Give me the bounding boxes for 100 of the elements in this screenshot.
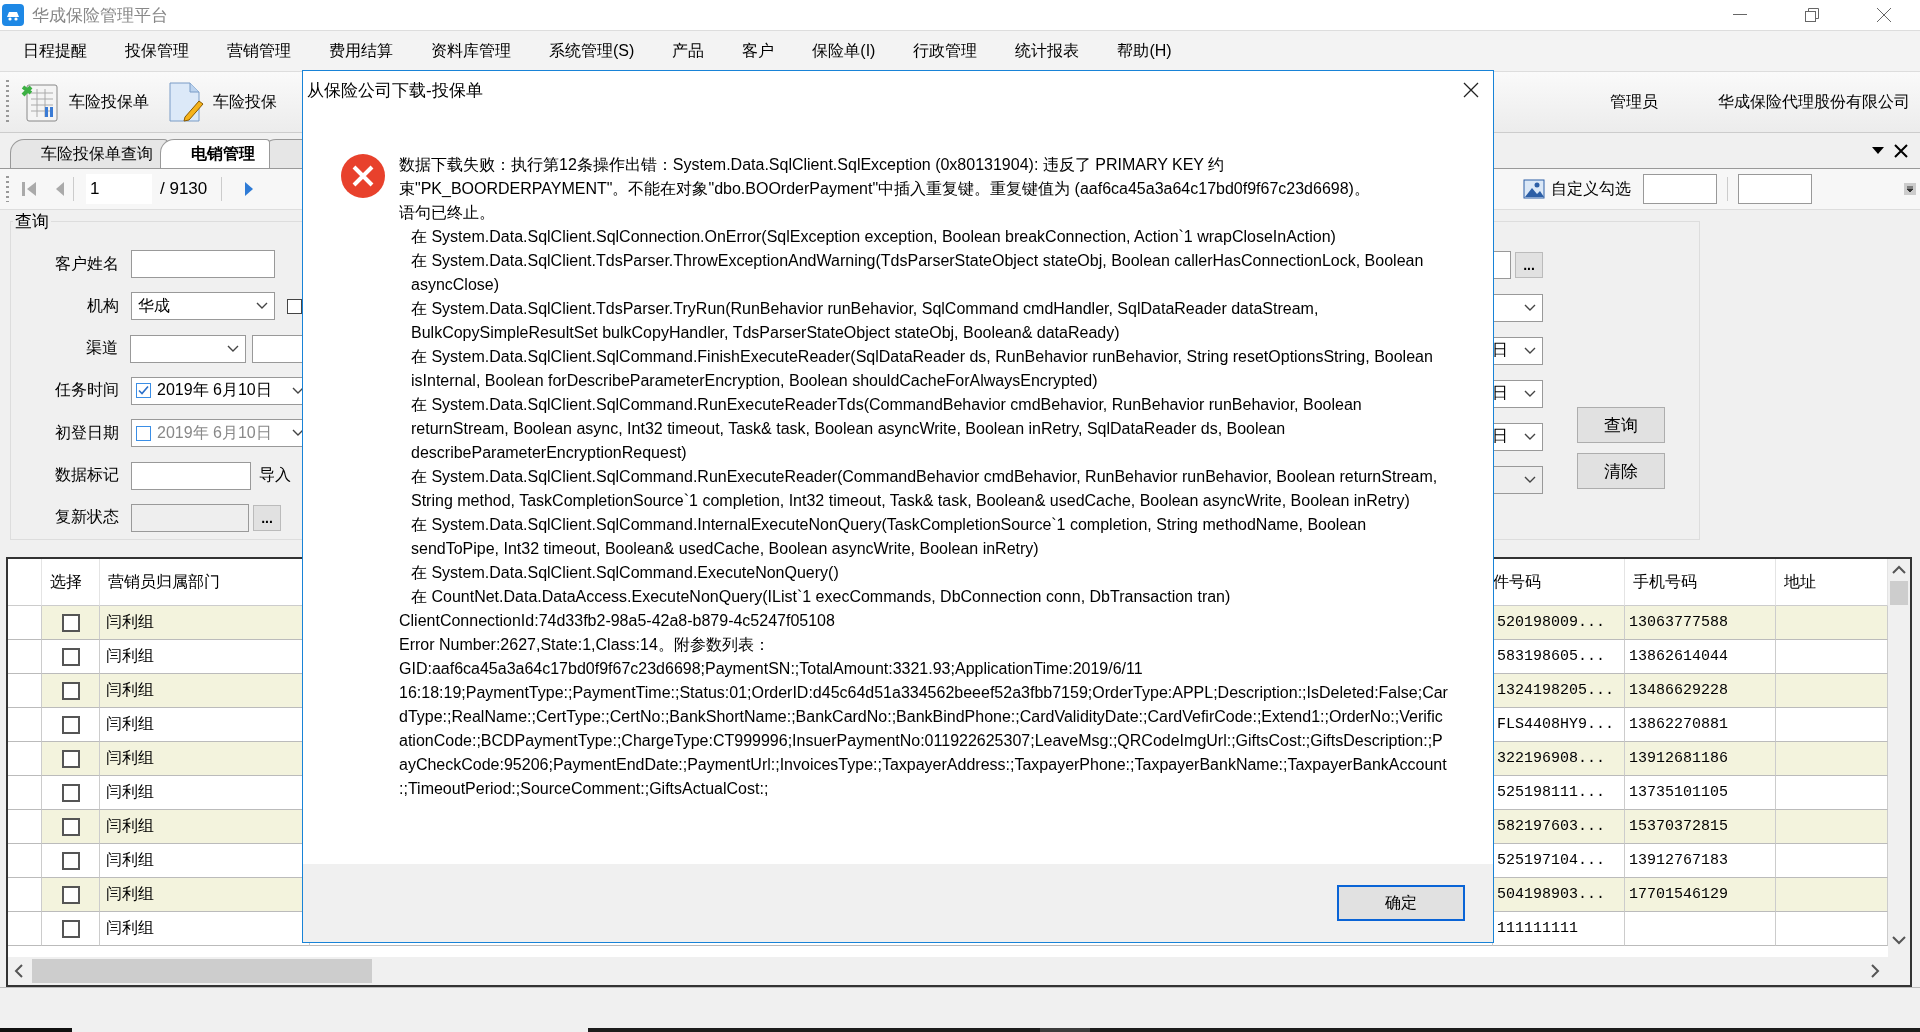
menu-item[interactable]: 系统管理(S) bbox=[530, 40, 654, 62]
menu-item[interactable]: 产品 bbox=[653, 40, 724, 62]
text-field[interactable] bbox=[1738, 174, 1812, 204]
group-title: 查询 bbox=[14, 211, 50, 233]
checkbox[interactable] bbox=[61, 715, 80, 734]
tab[interactable]: 电销管理 bbox=[160, 139, 270, 168]
dropdown-icon[interactable] bbox=[1872, 147, 1884, 154]
menu-item[interactable]: 客户 bbox=[723, 40, 794, 62]
checkbox[interactable] bbox=[61, 613, 80, 632]
caret-icon bbox=[1524, 303, 1536, 312]
menu-item[interactable]: 费用结算 bbox=[310, 40, 412, 62]
field-label: 复新状态 bbox=[54, 507, 119, 528]
query-button[interactable]: 清除 bbox=[1577, 453, 1665, 489]
text-field[interactable] bbox=[1643, 174, 1717, 204]
field-label: 数据标记 bbox=[54, 465, 119, 486]
toolbar-button[interactable]: 车险投保 bbox=[159, 81, 287, 123]
menu-item[interactable]: 投保管理 bbox=[106, 40, 208, 62]
stack-trace-line: 在 System.Data.SqlClient.SqlCommand.ExecuteNonQuery() bbox=[410, 563, 840, 583]
menu-item[interactable]: 帮助(H) bbox=[1098, 40, 1191, 62]
menu-item[interactable]: 日程提醒 bbox=[4, 40, 106, 62]
table-cell: 504198903... bbox=[1493, 878, 1625, 912]
table-cell: 582197603... bbox=[1493, 810, 1625, 844]
close-icon[interactable] bbox=[1463, 82, 1479, 98]
scrollbar-thumb[interactable] bbox=[32, 959, 372, 983]
checkbox[interactable] bbox=[61, 749, 80, 768]
scroll-right-icon[interactable] bbox=[1870, 964, 1880, 978]
error-detail: ClientConnectionId:74d33fb2-98a5-42a8-b879-4c5247f05108 bbox=[399, 611, 836, 631]
field-label: 机构 bbox=[86, 295, 119, 316]
table-cell: 322196908... bbox=[1493, 742, 1625, 776]
ok-button[interactable]: 确定 bbox=[1337, 885, 1465, 921]
restore-icon[interactable] bbox=[1805, 8, 1819, 22]
dialog-title: 从保险公司下载-投保单 bbox=[307, 79, 483, 102]
stack-trace-line: 在 System.Data.SqlClient.TdsParser.TryRun(RunBehavior runBehavior, SqlCommand cmdHandler, SqlDataReader dataStream, BulkCopySimpleResultSet bulkCopyHandler, TdsParserStateObject stateObj, Boolean& dataReady) bbox=[410, 299, 1320, 343]
dropdown[interactable]: 华成 bbox=[131, 292, 275, 321]
checkbox[interactable] bbox=[287, 298, 302, 314]
caret-icon bbox=[1524, 432, 1536, 441]
table-cell: 17701546129 bbox=[1625, 878, 1776, 912]
dropdown[interactable] bbox=[129, 334, 246, 363]
error-detail: GID:aaf6ca45a3a64c17bd0f9f67c23d6698;PaymentSN:;TotalAmount:3321.93;ApplicationTime:2019/6/11 16:18:19;PaymentType:;PaymentTime:;Status:01;OrderID:d45c64d51a334562beeef52a3fbb7159;OrderType:APPL;Description:;IsDeleted:False;CardType:;RealName:;CertType:;CertNo:;BankShortName:;BankCardNo:;BankBindPhone:;CardValidityDate:;CardVefirCode:;Extend1:;OrderNo:;VerificationCode:;BCDPaymentType:;ChargeType:CT999996;InsuerPaymentNo:011922625307;LeaveMsg:;QRCodeImgUrl:;GiftsCost:;GiftsDescription:;PayCheckCode:95206;PaymentEndDate:;PaymentUrl:;InvoicesType:;TaxpayerAddress:;TaxpayerPhone:;TaxpayerBankName:;TaxpayerBankAccount:;TimeoutPeriod:;SourceComment:;GiftsActualCost:; bbox=[399, 659, 1449, 799]
scroll-down-icon[interactable] bbox=[1892, 935, 1906, 945]
company-name: 华成保险代理股份有限公司 bbox=[1718, 91, 1910, 112]
text-field[interactable] bbox=[131, 250, 275, 279]
stack-trace-line: 在 System.Data.SqlClient.TdsParser.ThrowExceptionAndWarning(TdsParserStateObject stateObj, Boolean callerHasConnectionLock, Boolean asyncClose) bbox=[410, 251, 1425, 295]
checkbox[interactable] bbox=[61, 647, 80, 666]
error-message: 语句已终止。 bbox=[399, 203, 496, 223]
table-cell: 520198009... bbox=[1493, 606, 1625, 640]
previous-page-icon[interactable] bbox=[55, 180, 65, 198]
caret-icon bbox=[1524, 389, 1536, 398]
menu-item[interactable]: 保险单(I) bbox=[793, 40, 895, 62]
picture-icon bbox=[1523, 179, 1545, 199]
user-name: 管理员 bbox=[1610, 91, 1658, 112]
scrollbar-thumb[interactable] bbox=[1890, 581, 1908, 605]
page-total: / 9130 bbox=[160, 179, 208, 199]
error-detail: Error Number:2627,State:1,Class:14。附参数列表： bbox=[399, 635, 771, 655]
minimize-icon[interactable] bbox=[1733, 14, 1747, 16]
overflow-icon[interactable] bbox=[1904, 183, 1916, 195]
field-label: 渠道 bbox=[84, 338, 118, 359]
stack-trace-line: 在 System.Data.SqlClient.SqlCommand.FinishExecuteReader(SqlDataReader ds, RunBehavior runBehavior, String resetOptionsString, Boolean isInternal, Boolean forDescribeParameterEncryption, Boolean shouldCacheForAlwaysEncrypted) bbox=[410, 347, 1434, 391]
checkbox[interactable] bbox=[61, 885, 80, 904]
menu-item[interactable]: 行政管理 bbox=[894, 40, 997, 62]
scroll-up-icon[interactable] bbox=[1892, 565, 1906, 575]
table-cell: 1324198205... bbox=[1493, 674, 1625, 708]
caret-icon bbox=[256, 302, 268, 311]
window-title: 华成保险管理平台 bbox=[32, 4, 168, 27]
checkbox[interactable] bbox=[136, 383, 151, 399]
stack-trace-line: 在 System.Data.SqlClient.SqlConnection.OnError(SqlException exception, Boolean breakConnection, Action`1 wrapCloseInAction) bbox=[410, 227, 1337, 247]
table-cell: 13912681186 bbox=[1625, 742, 1776, 776]
first-page-icon[interactable] bbox=[21, 180, 37, 198]
checkbox[interactable] bbox=[61, 851, 80, 870]
field-label: 初登日期 bbox=[54, 422, 119, 443]
caret-icon bbox=[1524, 346, 1536, 355]
custom-select-label[interactable]: 自定义勾选 bbox=[1551, 178, 1631, 200]
error-message: 数据下载失败：执行第12条操作出错：System.Data.SqlClient.SqlException (0x80131904): 违反了 PRIMARY KEY 约束"PK_BOORDERPAYMENT"。不能在对象"dbo.BOOrderPayment"中插入重复键。重复键值为 (aaf6ca45a3a64c17bd0f9f67c23d6698)。 bbox=[399, 155, 1371, 199]
checkbox[interactable] bbox=[61, 919, 80, 938]
page-field[interactable]: 1 bbox=[86, 174, 152, 204]
menu-item[interactable]: 资料库管理 bbox=[412, 40, 530, 62]
stack-trace-line: 在 System.Data.SqlClient.SqlCommand.RunExecuteReaderTds(CommandBehavior cmdBehavior, RunBehavior runBehavior, Boolean returnStream, Boolean async, Int32 timeout, Task& task, Boolean asyncWrite, Boolean inRetry, SqlDataReader ds, Boolean describeParameterEncryptionRequest) bbox=[410, 395, 1363, 463]
table-cell: 13063777588 bbox=[1625, 606, 1776, 640]
query-button[interactable]: 查询 bbox=[1577, 407, 1665, 443]
spreadsheet-icon bbox=[21, 81, 61, 123]
menu-item[interactable]: 营销管理 bbox=[208, 40, 310, 62]
checkbox[interactable] bbox=[61, 817, 80, 836]
table-cell: 13486629228 bbox=[1625, 674, 1776, 708]
scroll-left-icon[interactable] bbox=[14, 964, 24, 978]
menu-item[interactable]: 统计报表 bbox=[996, 40, 1099, 62]
checkbox[interactable] bbox=[61, 681, 80, 700]
browse-button[interactable]: ... bbox=[1515, 251, 1543, 278]
text-field[interactable] bbox=[131, 461, 251, 490]
error-icon bbox=[340, 153, 386, 199]
field-label: 客户姓名 bbox=[54, 253, 119, 274]
next-page-icon[interactable] bbox=[244, 180, 255, 198]
close-icon[interactable] bbox=[1894, 143, 1908, 158]
caret-icon bbox=[1524, 475, 1536, 484]
stack-trace-line: 在 System.Data.SqlClient.SqlCommand.InternalExecuteNonQuery(TaskCompletionSource`1 completion, String methodName, Boolean sendToPipe, Int32 timeout, Boolean& usedCache, Boolean asyncWrite, Boolean inRetry) bbox=[410, 515, 1368, 559]
toolbar-button[interactable]: 车险投保单 bbox=[15, 81, 159, 123]
stack-trace-line: 在 System.Data.SqlClient.SqlCommand.RunExecuteReader(CommandBehavior cmdBehavior, RunBehavior runBehavior, Boolean returnStream, String method, TaskCompletionSource`1 completion, Int32 timeout, Task& task, Boolean& usedCache, Boolean asyncWrite, Boolean inRetry) bbox=[410, 467, 1439, 511]
field-label: 任务时间 bbox=[54, 380, 119, 401]
checkbox[interactable] bbox=[61, 783, 80, 802]
checkbox[interactable] bbox=[136, 425, 151, 441]
caret-icon bbox=[226, 344, 239, 353]
